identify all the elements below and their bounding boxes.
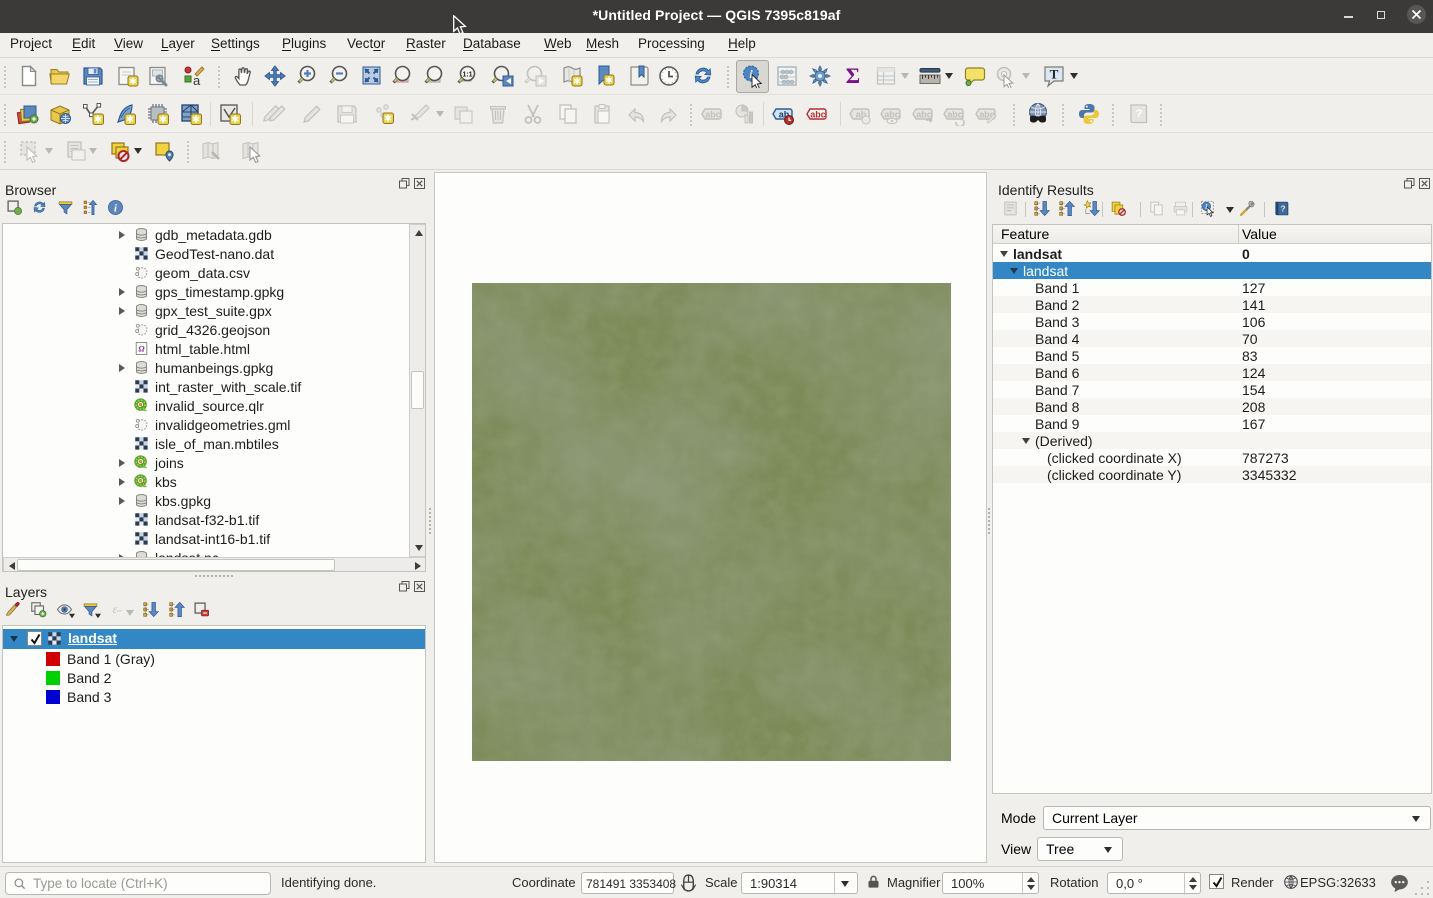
svg-text:T: T (1050, 67, 1059, 82)
svg-text:?: ? (1280, 203, 1285, 213)
svg-text:i: i (114, 203, 117, 214)
svg-text:Σ: Σ (846, 64, 860, 88)
svg-text:abc: abc (705, 110, 721, 120)
svg-text:?: ? (1136, 108, 1143, 120)
svg-text:abc: abc (947, 110, 963, 120)
svg-text:Ω: Ω (138, 344, 144, 353)
svg-text:ε: ε (113, 604, 118, 616)
svg-text:abc: abc (810, 110, 826, 120)
svg-text:1:1: 1:1 (462, 72, 472, 79)
svg-text:abc: abc (916, 110, 932, 120)
